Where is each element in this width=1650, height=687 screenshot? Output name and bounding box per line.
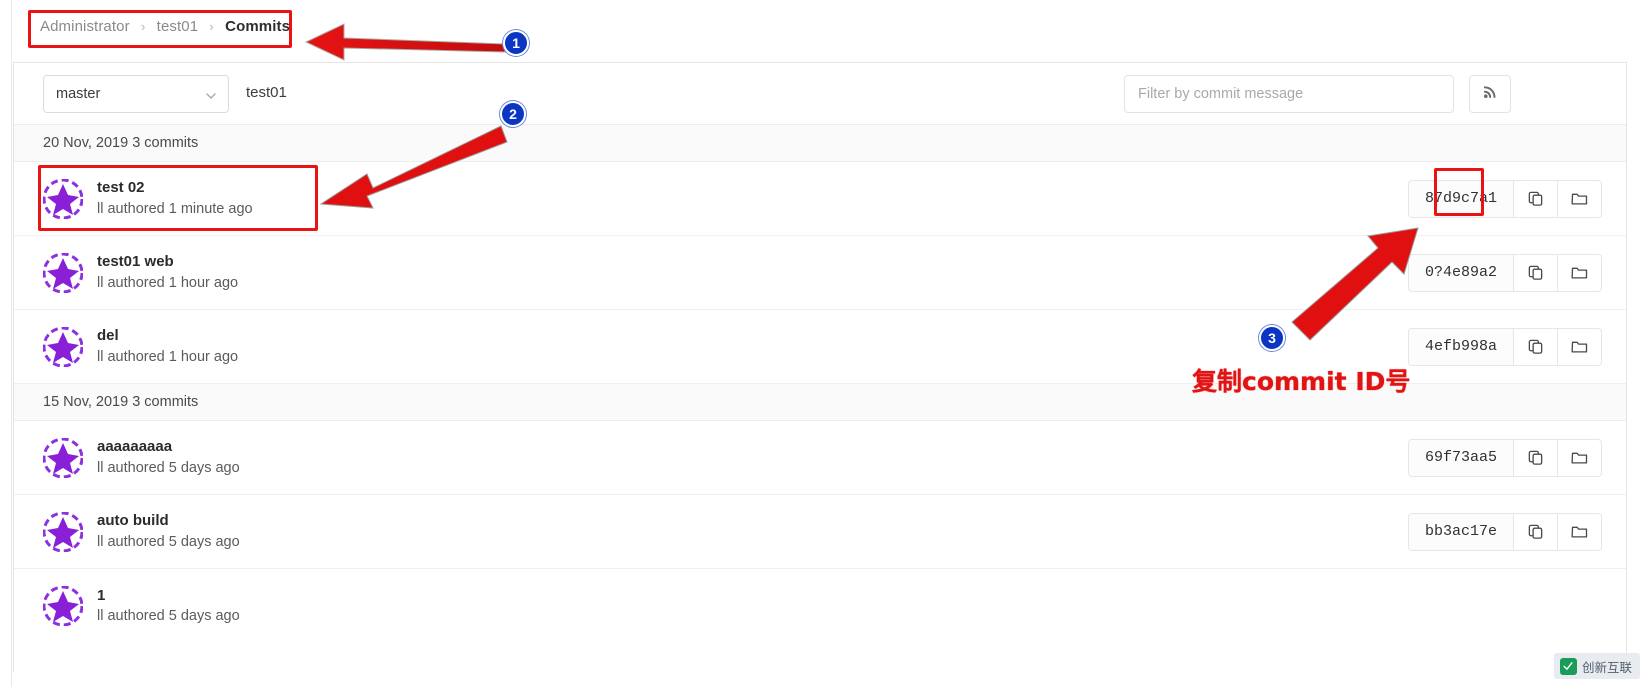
commit-meta: ll authored 1 minute ago [97,200,253,217]
branch-select[interactable]: master [43,75,229,113]
avatar [42,178,84,219]
commit-meta: ll authored 5 days ago [97,608,240,625]
copy-sha-button[interactable] [1514,179,1558,218]
avatar [42,437,84,478]
commit-info: 1 ll authored 5 days ago [97,585,240,628]
commit-title[interactable]: aaaaaaaaa [97,436,240,458]
watermark-logo-icon [1559,657,1577,675]
commit-meta: ll authored 1 hour ago [97,274,239,291]
avatar [42,585,84,627]
browse-files-button[interactable] [1558,512,1602,551]
commit-row[interactable]: aaaaaaaaa ll authored 5 days ago 69f73aa… [14,421,1626,495]
copy-sha-button[interactable] [1514,327,1558,366]
commit-title[interactable]: 1 [97,585,240,607]
breadcrumb-separator-icon: › [209,19,214,34]
commit-actions: 0?4e89a2 [1408,253,1602,292]
commit-title[interactable]: test01 web [97,251,238,273]
annotation-arrow-1 [304,23,506,61]
avatar [42,511,84,552]
commit-info: auto build ll authored 5 days ago [97,510,240,553]
rss-icon [1482,83,1499,105]
annotation-badge-3: 3 [1259,325,1285,351]
commit-info: test 02 ll authored 1 minute ago [97,177,253,220]
breadcrumb-current: Commits [225,18,291,35]
commit-sha[interactable]: 4efb998a [1408,327,1514,366]
commit-actions: 4efb998a [1408,327,1602,366]
commit-sha[interactable]: 87d9c7a1 [1408,179,1514,218]
avatar [42,326,84,367]
commit-title[interactable]: del [97,325,238,347]
annotation-badge-2: 2 [500,101,526,127]
copy-sha-button[interactable] [1514,512,1558,551]
commits-toolbar: master test01 [14,63,1626,125]
breadcrumb: Administrator › test01 › Commits [40,18,290,35]
branch-select-label: master [56,86,101,102]
breadcrumb-owner[interactable]: Administrator [40,18,130,35]
annotation-badge-1: 1 [503,30,529,56]
browse-files-button[interactable] [1558,327,1602,366]
copy-sha-button[interactable] [1514,438,1558,477]
commit-row[interactable]: auto build ll authored 5 days ago bb3ac1… [14,495,1626,569]
commit-sha[interactable]: 0?4e89a2 [1408,253,1514,292]
commit-row[interactable]: 1 ll authored 5 days ago [14,569,1626,643]
commit-sha[interactable]: 69f73aa5 [1408,438,1514,477]
commit-info: aaaaaaaaa ll authored 5 days ago [97,436,240,479]
commit-row[interactable]: test01 web ll authored 1 hour ago 0?4e89… [14,236,1626,310]
watermark: 创新互联 [1553,653,1640,679]
search-input[interactable] [1124,75,1454,113]
commit-meta: ll authored 5 days ago [97,459,240,476]
commit-actions: 87d9c7a1 [1408,179,1602,218]
watermark-text: 创新互联 [1581,659,1632,675]
annotation-note-copy-commit-id: 复制commit ID号 [1192,367,1411,396]
commit-title[interactable]: test 02 [97,177,253,199]
commit-row[interactable]: test 02 ll authored 1 minute ago 87d9c7a… [14,162,1626,236]
date-group-header: 20 Nov, 2019 3 commits [14,125,1626,162]
commit-sha[interactable]: bb3ac17e [1408,512,1514,551]
page-left-edge [0,0,12,687]
browse-files-button[interactable] [1558,438,1602,477]
commit-info: del ll authored 1 hour ago [97,325,238,368]
rss-feed-button[interactable] [1469,75,1511,113]
breadcrumb-separator-icon: › [140,19,146,34]
browse-files-button[interactable] [1558,179,1602,218]
commit-meta: ll authored 5 days ago [97,533,240,550]
commit-meta: ll authored 1 hour ago [97,348,239,365]
avatar [42,252,84,293]
breadcrumb-repo[interactable]: test01 [157,18,198,35]
chevron-down-icon [206,89,216,99]
commit-actions: bb3ac17e [1408,512,1602,551]
commit-title[interactable]: auto build [97,510,240,532]
commit-info: test01 web ll authored 1 hour ago [97,251,238,294]
page-root: Administrator › test01 › Commits master … [0,0,1650,687]
browse-files-button[interactable] [1558,253,1602,292]
commit-actions: 69f73aa5 [1408,438,1602,477]
copy-sha-button[interactable] [1514,253,1558,292]
repository-name: test01 [246,84,287,101]
